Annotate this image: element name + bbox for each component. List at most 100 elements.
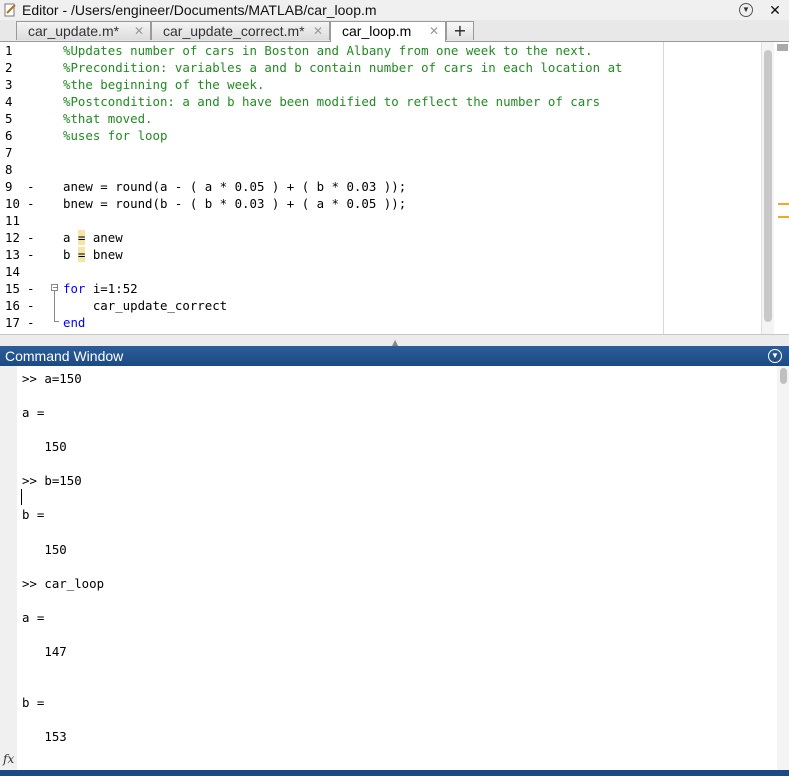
code-text[interactable]: end (63, 314, 85, 331)
fold-guide-end (54, 321, 59, 322)
fold-toggle-icon[interactable]: − (51, 284, 59, 292)
breakpoint-dash[interactable]: - (27, 229, 34, 246)
editor-close-icon[interactable]: ✕ (768, 1, 782, 19)
command-output-line: a = (22, 405, 45, 421)
function-browser-icon[interactable]: fx (3, 752, 14, 766)
breakpoint-dash[interactable]: - (27, 280, 34, 297)
tab-close-icon[interactable]: ✕ (134, 22, 144, 41)
text-caret (21, 489, 22, 505)
code-line[interactable]: 3 %the beginning of the week. (0, 76, 662, 93)
add-tab-button[interactable]: + (446, 21, 474, 40)
editor-title: Editor - /Users/engineer/Documents/MATLA… (22, 2, 377, 18)
line-number: 5 (5, 111, 13, 126)
editor-file-icon (4, 3, 17, 17)
code-line[interactable]: 15- for i=1:52 (0, 280, 662, 297)
command-output-line: 150 (22, 541, 67, 557)
code-line[interactable]: 1 %Updates number of cars in Boston and A… (0, 42, 662, 59)
code-variable: a (63, 230, 78, 245)
command-scroll-thumb[interactable] (780, 368, 787, 384)
code-line[interactable]: 8 (0, 161, 662, 178)
code-keyword: for (63, 281, 86, 296)
line-number: 1 (5, 43, 13, 58)
code-line[interactable]: 14 (0, 263, 662, 280)
right-text-margin (663, 42, 664, 334)
code-keyword: end (63, 315, 86, 330)
code-statement: anew (85, 230, 123, 245)
code-line[interactable]: 9- anew = round(a - ( a * 0.05 ) + ( b * … (0, 178, 662, 195)
tab-car-loop[interactable]: car_loop.m ✕ (330, 21, 446, 42)
line-number: 4 (5, 94, 13, 109)
code-text[interactable]: %uses for loop (63, 127, 167, 144)
line-number: 14 (5, 264, 20, 279)
command-window-scrollbar[interactable] (777, 366, 789, 770)
tab-close-icon[interactable]: ✕ (429, 22, 439, 41)
code-line[interactable]: 6 %uses for loop (0, 127, 662, 144)
tab-close-icon[interactable]: ✕ (313, 22, 323, 41)
command-input-line: >> car_loop (22, 575, 105, 591)
code-text[interactable]: anew = round(a - ( a * 0.05 ) + ( b * 0.… (63, 178, 406, 195)
code-comment: %the beginning of the week. (63, 77, 265, 92)
tab-label: car_update.m* (28, 23, 120, 39)
code-text[interactable]: %the beginning of the week. (63, 76, 264, 93)
line-number: 6 (5, 128, 13, 143)
code-text[interactable]: b = bnew (63, 246, 123, 263)
code-line[interactable]: 4 %Postcondition: a and b have been modif… (0, 93, 662, 110)
tab-car-update[interactable]: car_update.m* ✕ (16, 21, 151, 40)
code-statement: i=1:52 (85, 281, 138, 296)
code-comment: %Precondition: variables a and b contain… (63, 60, 623, 75)
breakpoint-dash[interactable]: - (27, 297, 34, 314)
line-number: 3 (5, 77, 13, 92)
code-line[interactable]: 10- bnew = round(b - ( b * 0.03 ) + ( a *… (0, 195, 662, 212)
code-line[interactable]: 11 (0, 212, 662, 229)
code-line[interactable]: 12- a = anew (0, 229, 662, 246)
code-line[interactable]: 13- b = bnew (0, 246, 662, 263)
code-comment: %Postcondition: a and b have been modifi… (63, 94, 601, 109)
code-line[interactable]: 16- car_update_correct (0, 297, 662, 314)
window-bottom-border (0, 770, 789, 776)
fold-guide (54, 291, 55, 321)
code-line[interactable]: 2 %Precondition: variables a and b contai… (0, 59, 662, 76)
code-text[interactable]: %that moved. (63, 110, 153, 127)
code-line[interactable]: 17- end (0, 314, 662, 331)
code-comment: %that moved. (63, 111, 153, 126)
command-window-margin (0, 366, 17, 770)
code-text[interactable]: %Precondition: variables a and b contain… (63, 59, 623, 76)
editor-scroll-thumb[interactable] (764, 50, 772, 322)
code-text[interactable]: for i=1:52 (63, 280, 138, 297)
line-number: 2 (5, 60, 13, 75)
command-input-line: >> a=150 (22, 371, 82, 386)
command-window-menu-icon[interactable]: ▼ (768, 349, 782, 363)
breakpoint-dash[interactable]: - (27, 314, 34, 331)
code-statement: anew = round(a - ( a * 0.05 ) + ( b * 0.… (63, 179, 407, 194)
code-comment: %uses for loop (63, 128, 168, 143)
code-line[interactable]: 5 %that moved. (0, 110, 662, 127)
tab-car-update-correct[interactable]: car_update_correct.m* ✕ (151, 21, 330, 40)
command-output-line: 153 (22, 729, 67, 745)
warning-marker[interactable] (778, 216, 789, 218)
editor-tab-bar: car_update.m* ✕ car_update_correct.m* ✕ … (0, 20, 789, 42)
code-text[interactable]: bnew = round(b - ( b * 0.03 ) + ( a * 0.… (63, 195, 406, 212)
command-output-line: b = (22, 507, 45, 523)
command-output-line: b = (22, 694, 45, 710)
breakpoint-dash[interactable]: - (27, 178, 34, 195)
code-text[interactable]: %Postcondition: a and b have been modifi… (63, 93, 600, 110)
command-output-line: 147 (22, 643, 67, 659)
code-editor[interactable]: 1 %Updates number of cars in Boston and A… (0, 42, 789, 334)
breakpoint-dash[interactable]: - (27, 246, 34, 263)
code-text[interactable]: a = anew (63, 229, 123, 246)
editor-menu-icon[interactable]: ▼ (739, 3, 753, 17)
code-line[interactable]: 7 (0, 144, 662, 161)
command-window[interactable]: >> a=150 a = 150 >> b=150 b = 150 >> car_loo… (0, 366, 789, 770)
code-analyzer-status-icon[interactable] (777, 44, 788, 51)
editor-title-bar: Editor - /Users/engineer/Documents/MATLA… (0, 0, 789, 20)
warning-marker[interactable] (778, 203, 789, 205)
breakpoint-dash[interactable]: - (27, 195, 34, 212)
line-number: 8 (5, 162, 13, 177)
editor-scrollbar[interactable] (761, 42, 774, 334)
command-output-line: a = (22, 609, 45, 625)
code-statement: bnew = round(b - ( b * 0.03 ) + ( a * 0.… (63, 196, 407, 211)
code-text[interactable]: %Updates number of cars in Boston and Al… (63, 42, 593, 59)
command-window-title: Command Window (5, 348, 124, 364)
line-number: 7 (5, 145, 13, 160)
code-text[interactable]: car_update_correct (63, 297, 227, 314)
